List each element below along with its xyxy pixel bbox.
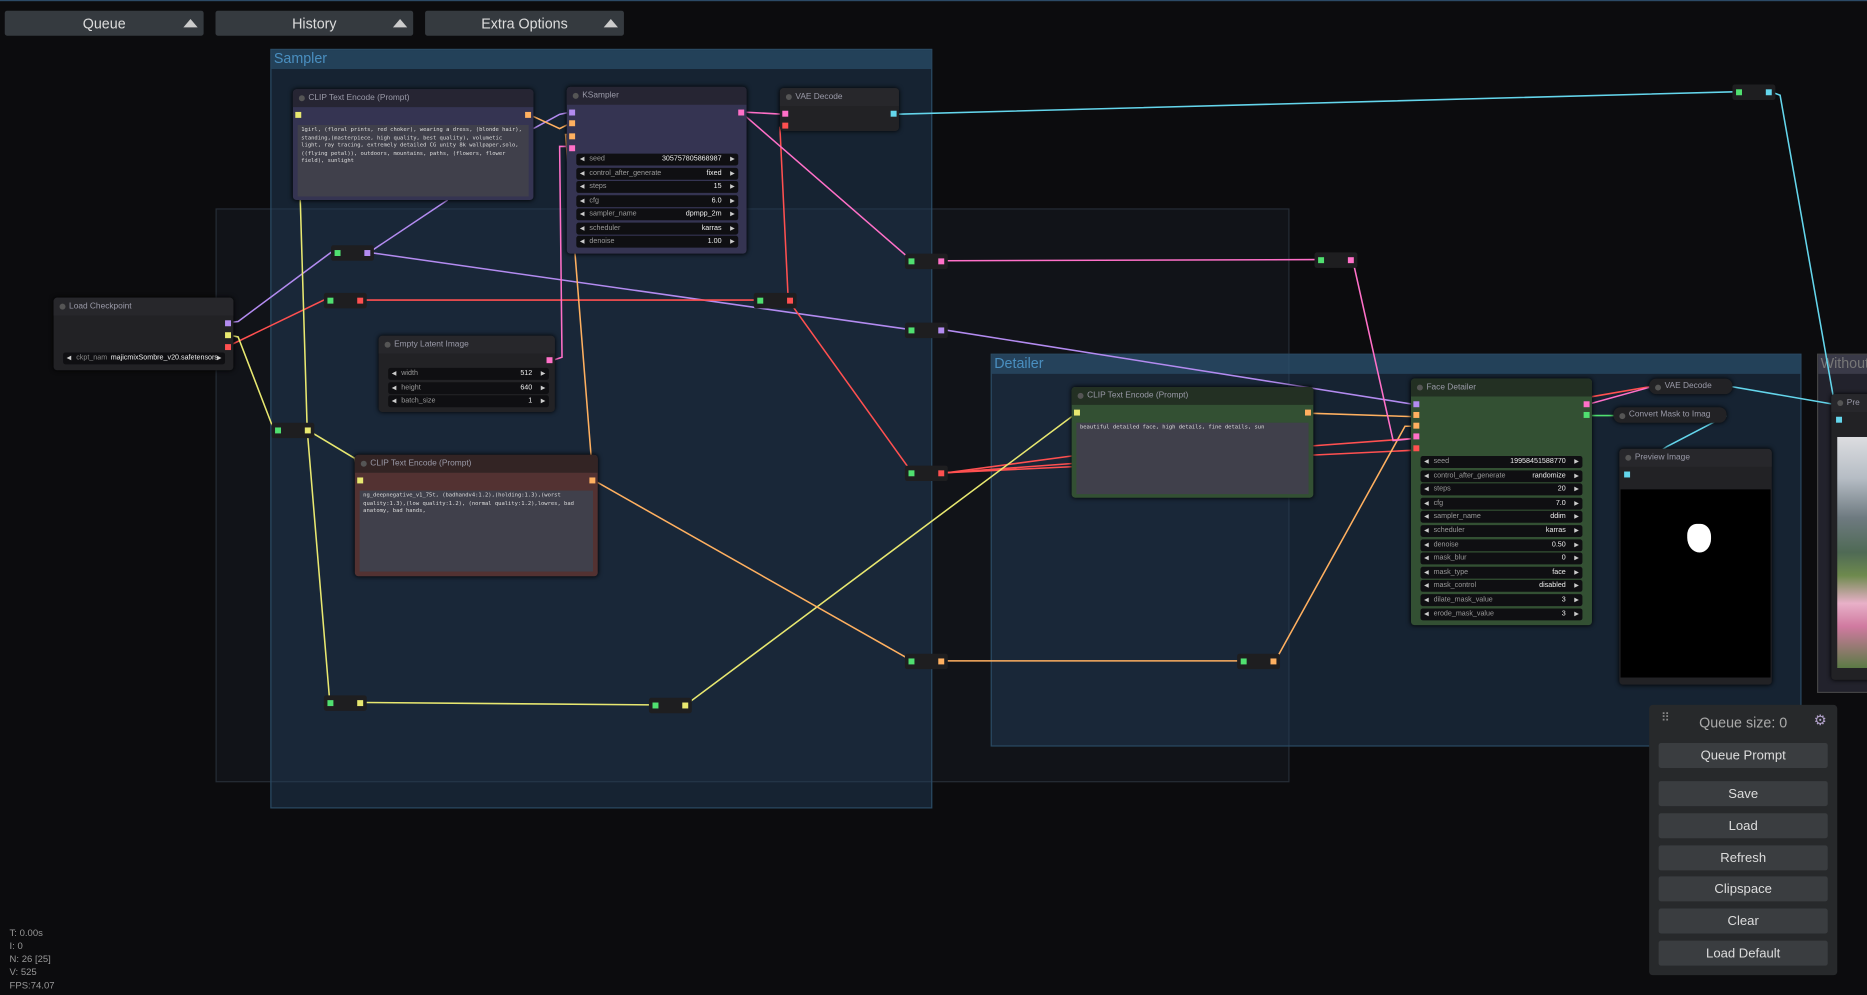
output-slot-conditioning[interactable] xyxy=(525,111,532,118)
caret-up-icon xyxy=(183,19,198,28)
node-load-checkpoint[interactable]: Load Checkpoint ckpt_nammajicmixSombre_v… xyxy=(53,297,234,371)
widget-width[interactable]: width512 xyxy=(388,367,549,380)
widget-ckpt-name[interactable]: ckpt_nammajicmixSombre_v20.safetensors xyxy=(63,352,226,365)
node-vae-decode-collapsed[interactable]: VAE Decode xyxy=(1649,378,1733,395)
reroute-node[interactable] xyxy=(331,245,374,261)
load-button[interactable]: Load xyxy=(1658,813,1828,839)
reroute-node[interactable] xyxy=(1732,84,1776,101)
refresh-button[interactable]: Refresh xyxy=(1658,845,1828,871)
widget-mask-blur[interactable]: mask_blur0 xyxy=(1420,552,1583,565)
reroute-node[interactable] xyxy=(904,465,948,482)
stat-nodes: N: 26 [25] xyxy=(9,953,51,965)
reroute-node[interactable] xyxy=(1237,653,1281,670)
history-menu-button[interactable]: History xyxy=(215,10,414,36)
widget-erode-mask-value[interactable]: erode_mask_value3 xyxy=(1420,607,1583,620)
widget-height[interactable]: height640 xyxy=(388,382,549,395)
node-clip-text-encode-detailer[interactable]: CLIP Text Encode (Prompt) beautiful deta… xyxy=(1071,386,1314,498)
queue-prompt-button[interactable]: Queue Prompt xyxy=(1658,742,1828,769)
reroute-node[interactable] xyxy=(904,322,948,339)
reroute-node[interactable] xyxy=(648,697,692,714)
stat-fps: FPS:74.07 xyxy=(9,979,55,991)
widget-denoise[interactable]: denoise1.00 xyxy=(576,235,739,248)
node-title[interactable]: VAE Decode xyxy=(779,88,899,106)
load-default-button[interactable]: Load Default xyxy=(1658,940,1828,966)
node-title[interactable]: Face Detailer xyxy=(1410,378,1592,397)
prompt-textarea[interactable]: 1girl, (floral prints, red choker), wear… xyxy=(297,125,529,197)
node-title[interactable]: CLIP Text Encode (Prompt) xyxy=(292,89,534,108)
widget-scheduler[interactable]: schedulerkarras xyxy=(1420,525,1583,538)
node-title[interactable]: Pre xyxy=(1831,394,1867,412)
node-title[interactable]: VAE Decode xyxy=(1649,379,1732,394)
widget-seed[interactable]: seed305757805868987 xyxy=(576,153,739,166)
input-slot-clip[interactable] xyxy=(295,111,302,118)
node-title[interactable]: CLIP Text Encode (Prompt) xyxy=(1071,386,1314,405)
widget-cfg[interactable]: cfg6.0 xyxy=(576,194,739,207)
widget-steps[interactable]: steps20 xyxy=(1420,483,1583,496)
widget-seed[interactable]: seed19958451588770 xyxy=(1420,456,1583,468)
clipspace-button[interactable]: Clipspace xyxy=(1658,876,1828,902)
widget-denoise[interactable]: denoise0.50 xyxy=(1420,538,1583,551)
node-clip-text-encode-negative[interactable]: CLIP Text Encode (Prompt) ng_deepnegativ… xyxy=(354,454,598,577)
widget-scheduler[interactable]: schedulerkarras xyxy=(576,222,739,234)
stat-i: I: 0 xyxy=(9,940,23,952)
reroute-node[interactable] xyxy=(271,422,315,439)
node-ksampler[interactable]: KSampler seed305757805868987 control_aft… xyxy=(566,86,747,254)
node-title[interactable]: Preview Image xyxy=(1619,448,1772,467)
mask-preview-image xyxy=(1620,489,1771,678)
node-clip-text-encode-positive[interactable]: CLIP Text Encode (Prompt) 1girl, (floral… xyxy=(292,89,534,201)
widget-sampler-name[interactable]: sampler_namedpmpp_2m xyxy=(576,208,739,221)
widget-dilate-mask-value[interactable]: dilate_mask_value3 xyxy=(1420,594,1583,607)
stats: T: 0.00s I: 0 N: 26 [25] V: 525 FPS:74.0… xyxy=(10,926,55,991)
reroute-node[interactable] xyxy=(904,653,948,670)
widget-control-after-generate[interactable]: control_after_generaterandomize xyxy=(1420,469,1583,482)
prompt-textarea[interactable]: ng_deepnegative_v1_75t, (badhandv4:1.2),… xyxy=(359,490,593,572)
stat-v: V: 525 xyxy=(9,966,37,978)
node-empty-latent-image[interactable]: Empty Latent Image width512 height640 ba… xyxy=(378,335,555,412)
widget-mask-type[interactable]: mask_typeface xyxy=(1420,566,1583,579)
widget-mask-control[interactable]: mask_controldisabled xyxy=(1420,580,1583,593)
queue-size: Queue size: 0 xyxy=(1699,714,1788,732)
clear-button[interactable]: Clear xyxy=(1658,908,1828,934)
reroute-node[interactable] xyxy=(323,695,367,711)
canvas[interactable]: Sampler Detailer Without CLIP Text Encod… xyxy=(0,0,1867,995)
node-title[interactable]: Convert Mask to Imag xyxy=(1613,407,1726,422)
node-title[interactable]: Empty Latent Image xyxy=(378,335,555,354)
settings-gear-icon[interactable]: ⚙ xyxy=(1814,712,1827,729)
widget-control-after-generate[interactable]: control_after_generatefixed xyxy=(576,167,739,180)
prompt-textarea[interactable]: beautiful detailed face, high details, f… xyxy=(1076,422,1309,495)
extra-options-menu-button[interactable]: Extra Options xyxy=(425,10,624,36)
caret-up-icon xyxy=(392,19,408,28)
node-convert-mask-collapsed[interactable]: Convert Mask to Imag xyxy=(1613,407,1727,423)
node-preview-image[interactable]: Preview Image xyxy=(1619,448,1772,685)
stat-time: T: 0.00s xyxy=(9,927,43,939)
widget-sampler-name[interactable]: sampler_nameddim xyxy=(1420,511,1583,524)
node-title[interactable]: KSampler xyxy=(566,86,747,105)
generated-image xyxy=(1837,436,1867,668)
node-title[interactable]: Load Checkpoint xyxy=(53,297,234,316)
queue-menu-button[interactable]: Queue xyxy=(4,10,204,36)
queue-panel: ⠿ Queue size: 0 ⚙ Queue Prompt Save Load… xyxy=(1649,704,1838,976)
save-button[interactable]: Save xyxy=(1658,781,1828,807)
reroute-node[interactable] xyxy=(323,292,367,309)
reroute-node[interactable] xyxy=(904,253,948,270)
node-face-detailer[interactable]: Face Detailer seed19958451588770control_… xyxy=(1410,378,1592,626)
widget-cfg[interactable]: cfg7.0 xyxy=(1420,497,1583,510)
node-title[interactable]: CLIP Text Encode (Prompt) xyxy=(354,454,598,473)
node-vae-decode[interactable]: VAE Decode xyxy=(779,88,899,131)
widget-batch-size[interactable]: batch_size1 xyxy=(388,395,549,408)
node-preview-image-2[interactable]: Pre xyxy=(1831,394,1867,680)
caret-up-icon xyxy=(603,19,618,28)
widget-steps[interactable]: steps15 xyxy=(576,180,739,193)
reroute-node[interactable] xyxy=(1314,252,1358,268)
reroute-node[interactable] xyxy=(753,292,797,309)
